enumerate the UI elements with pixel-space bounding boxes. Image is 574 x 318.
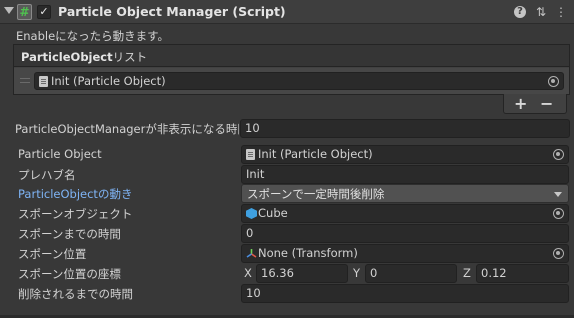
object-picker-icon[interactable] <box>553 208 564 219</box>
movement-dropdown[interactable]: スポーンで一定時間後削除 <box>241 184 569 203</box>
spawn-object-label: スポーンオブジェクト <box>18 207 133 221</box>
x-label[interactable]: X <box>244 266 252 280</box>
particle-object-label: Particle Object <box>18 147 102 161</box>
script-icon: # <box>17 4 32 20</box>
spawn-coords-row: スポーン位置の座標 X 16.36 Y 0 Z 0.12 <box>0 264 574 284</box>
list-item-value: Init (Particle Object) <box>51 74 166 88</box>
hidden-time-value: 10 <box>245 121 260 135</box>
cube-icon <box>246 208 257 219</box>
movement-row: ParticleObjectの動き スポーンで一定時間後削除 <box>0 184 574 204</box>
movement-label: ParticleObjectの動き <box>18 187 133 201</box>
particle-object-field[interactable]: Init (Particle Object) <box>241 145 569 164</box>
movement-value: スポーンで一定時間後削除 <box>247 187 385 201</box>
delete-time-label: 削除されるまでの時間 <box>18 287 133 301</box>
y-value: 0 <box>370 266 378 280</box>
component-header: # ✓ Particle Object Manager (Script) ? ⇅… <box>0 0 574 24</box>
particle-object-list: ParticleObjectリスト Init (Particle Object) <box>13 44 570 95</box>
foldout-arrow-icon[interactable] <box>4 7 14 14</box>
script-asset-icon <box>39 76 48 87</box>
z-label[interactable]: Z <box>463 266 471 280</box>
list-title-bold: ParticleObject <box>21 50 113 64</box>
particle-object-row: Particle Object Init (Particle Object) <box>0 145 574 165</box>
x-value: 16.36 <box>261 266 294 280</box>
list-title-suffix: リスト <box>112 50 148 64</box>
list-footer: + − <box>503 94 567 114</box>
x-field[interactable]: 16.36 <box>256 264 348 283</box>
delete-time-field[interactable]: 10 <box>241 284 569 303</box>
spawn-position-field[interactable]: None (Transform) <box>241 244 569 263</box>
spawn-object-row: スポーンオブジェクト Cube <box>0 204 574 224</box>
spawn-time-row: スポーンまでの時間 0 <box>0 224 574 244</box>
object-picker-icon[interactable] <box>553 248 564 259</box>
enable-checkbox[interactable]: ✓ <box>37 5 51 19</box>
drag-handle-icon[interactable] <box>20 78 30 83</box>
presets-icon[interactable]: ⇅ <box>534 4 548 20</box>
y-label[interactable]: Y <box>353 266 360 280</box>
spawn-position-value: None (Transform) <box>258 246 358 260</box>
hidden-time-row: ParticleObjectManagerが非表示になる時間 10 <box>0 119 574 139</box>
spawn-time-label: スポーンまでの時間 <box>18 227 121 241</box>
particle-object-value: Init (Particle Object) <box>258 147 373 161</box>
list-header[interactable]: ParticleObjectリスト <box>14 45 569 67</box>
description-text: Enableになったら動きます。 <box>16 29 170 43</box>
object-picker-icon[interactable] <box>548 76 559 87</box>
z-value: 0.12 <box>481 266 507 280</box>
prefab-name-value: Init <box>246 167 265 181</box>
spawn-time-field[interactable]: 0 <box>241 224 569 243</box>
z-field[interactable]: 0.12 <box>476 264 569 283</box>
help-icon[interactable]: ? <box>514 6 526 18</box>
spawn-object-field[interactable]: Cube <box>241 204 569 223</box>
spawn-position-label: スポーン位置 <box>18 247 87 261</box>
transform-icon <box>246 249 257 258</box>
list-item: Init (Particle Object) <box>14 68 569 94</box>
remove-item-button[interactable]: − <box>540 94 553 114</box>
hidden-time-label: ParticleObjectManagerが非表示になる時間 <box>15 122 239 136</box>
object-picker-icon[interactable] <box>553 149 564 160</box>
prefab-name-field[interactable]: Init <box>241 165 569 184</box>
spawn-coords-label: スポーン位置の座標 <box>18 267 121 281</box>
spawn-object-value: Cube <box>258 206 288 220</box>
context-menu-icon[interactable]: ⋮ <box>554 4 568 20</box>
prefab-name-label: プレハブ名 <box>18 168 76 182</box>
list-title: ParticleObjectリスト <box>21 49 147 65</box>
delete-time-value: 10 <box>246 286 261 300</box>
chevron-down-icon <box>554 192 562 197</box>
list-item-object-field[interactable]: Init (Particle Object) <box>34 72 564 90</box>
hidden-time-field[interactable]: 10 <box>240 119 570 138</box>
spawn-position-row: スポーン位置 None (Transform) <box>0 244 574 264</box>
spawn-time-value: 0 <box>246 226 254 240</box>
component-title: Particle Object Manager (Script) <box>58 4 286 19</box>
delete-time-row: 削除されるまでの時間 10 <box>0 284 574 304</box>
y-field[interactable]: 0 <box>365 264 457 283</box>
add-item-button[interactable]: + <box>514 94 527 114</box>
script-asset-icon <box>246 149 255 160</box>
prefab-name-row: プレハブ名 Init <box>0 165 574 185</box>
